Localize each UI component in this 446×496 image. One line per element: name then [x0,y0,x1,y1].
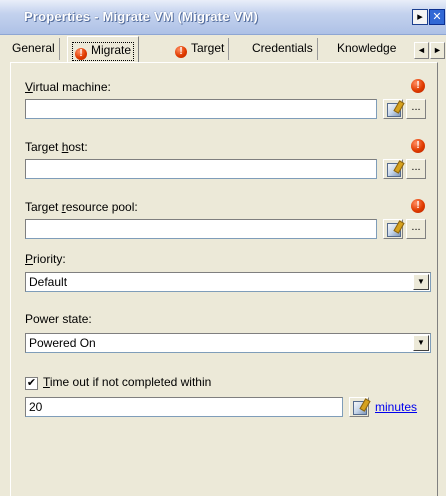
timeout-checkbox[interactable]: ✔ [25,377,38,390]
error-icon: ! [75,48,87,60]
timeout-value-input[interactable]: 20 [25,397,343,417]
tab-focus-box: ! Migrate [72,42,135,61]
tab-knowledge[interactable]: Knowledge [333,38,400,60]
target-resource-pool-input[interactable] [25,219,377,239]
tab-label: Target [191,41,225,55]
tab-strip: General ! Migrate ! Target Credentials Kno… [8,36,446,62]
tab-general[interactable]: General [8,38,60,60]
error-icon: ! [411,139,425,153]
timeout-label: Time out if not completed within [43,375,212,389]
virtual-machine-label: Virtual machine: [25,80,111,94]
picker-icon [387,163,401,177]
dock-button[interactable]: ▸ [412,9,428,25]
priority-select[interactable]: Default ▼ [25,272,431,292]
close-button[interactable]: ✕ [429,9,445,25]
picker-icon [387,223,401,237]
target-resource-pool-browse-button[interactable]: ... [406,219,426,239]
close-icon: ✕ [432,11,442,23]
chevron-down-icon[interactable]: ▼ [413,335,429,351]
dock-icon: ▸ [417,11,423,23]
tab-scroll-right-button[interactable]: ► [430,42,445,59]
tab-label: Credentials [252,41,313,55]
virtual-machine-input[interactable] [25,99,377,119]
tab-target[interactable]: ! Target [171,38,230,60]
target-host-browse-button[interactable]: ... [406,159,426,179]
arrow-right-icon: ► [433,45,442,55]
chevron-down-icon[interactable]: ▼ [413,274,429,290]
title-bar: Properties - Migrate VM (Migrate VM) ▸ ✕ [0,0,446,35]
target-host-picker-button[interactable] [383,159,403,179]
tab-migrate[interactable]: ! Migrate [67,36,140,62]
error-icon: ! [411,199,425,213]
picker-icon [353,401,367,415]
window-title: Properties - Migrate VM (Migrate VM) [24,9,259,24]
virtual-machine-picker-button[interactable] [383,99,403,119]
arrow-left-icon: ◄ [417,45,426,55]
timeout-picker-button[interactable] [349,397,369,417]
power-state-value: Powered On [29,336,96,350]
virtual-machine-browse-button[interactable]: ... [406,99,426,119]
target-host-input[interactable] [25,159,377,179]
tab-label: Migrate [91,43,132,57]
priority-value: Default [29,275,68,289]
power-state-select[interactable]: Powered On ▼ [25,333,431,353]
tab-label: General [12,41,55,55]
power-state-label: Power state: [25,312,92,326]
tab-label: Knowledge [337,41,397,55]
error-icon: ! [175,46,187,58]
migrate-tab-panel: Virtual machine: ! ... Target host: ! ..… [10,62,438,496]
target-resource-pool-picker-button[interactable] [383,219,403,239]
target-host-label: Target host: [25,140,88,154]
tab-credentials[interactable]: Credentials [248,38,318,60]
priority-label: Priority: [25,252,66,266]
minutes-link[interactable]: minutes [375,400,417,414]
picker-icon [387,103,401,117]
error-icon: ! [411,79,425,93]
tab-scroll-arrows: ◄ ► [414,42,446,60]
target-resource-pool-label: Target resource pool: [25,200,138,214]
tab-scroll-left-button[interactable]: ◄ [414,42,429,59]
